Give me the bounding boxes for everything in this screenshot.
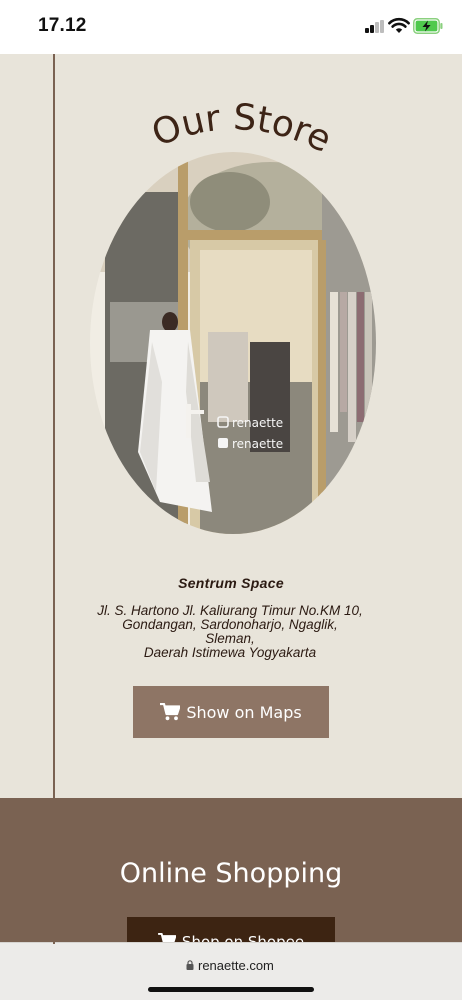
url-text[interactable]: renaette.com (198, 958, 274, 973)
photo-sign-text-1: renaette (232, 416, 283, 430)
home-indicator[interactable] (148, 987, 314, 992)
store-name: Sentrum Space (178, 575, 284, 591)
browser-url-bar[interactable]: renaette.com (0, 942, 462, 1000)
online-shopping-title: Online Shopping (119, 858, 343, 889)
status-time: 17.12 (38, 15, 87, 36)
wifi-icon (388, 18, 410, 33)
status-bar: 17.12 (0, 0, 462, 54)
store-address: Jl. S. Hartono Jl. Kaliurang Timur No.KM… (60, 604, 400, 660)
shopping-cart-icon (160, 703, 181, 721)
store-photo: renaette renaette (90, 152, 376, 534)
lock-icon (186, 960, 194, 970)
decorative-vertical-line (53, 54, 55, 944)
photo-sign-text-2: renaette (232, 437, 283, 451)
show-on-maps-button[interactable]: Show on Maps (133, 686, 329, 738)
address-line: Sleman, (205, 631, 255, 646)
show-on-maps-label: Show on Maps (186, 702, 302, 722)
store-title-text: Our Store (150, 97, 330, 160)
cellular-signal-icon (365, 20, 385, 33)
store-title: Our Store (150, 97, 330, 160)
address-line: Gondangan, Sardonoharjo, Ngaglik, (122, 617, 338, 632)
address-line: Jl. S. Hartono Jl. Kaliurang Timur No.KM… (97, 603, 363, 618)
address-line: Daerah Istimewa Yogyakarta (143, 645, 317, 660)
svg-text:Our Store: Our Store (150, 97, 330, 160)
battery-charging-icon (413, 18, 443, 34)
